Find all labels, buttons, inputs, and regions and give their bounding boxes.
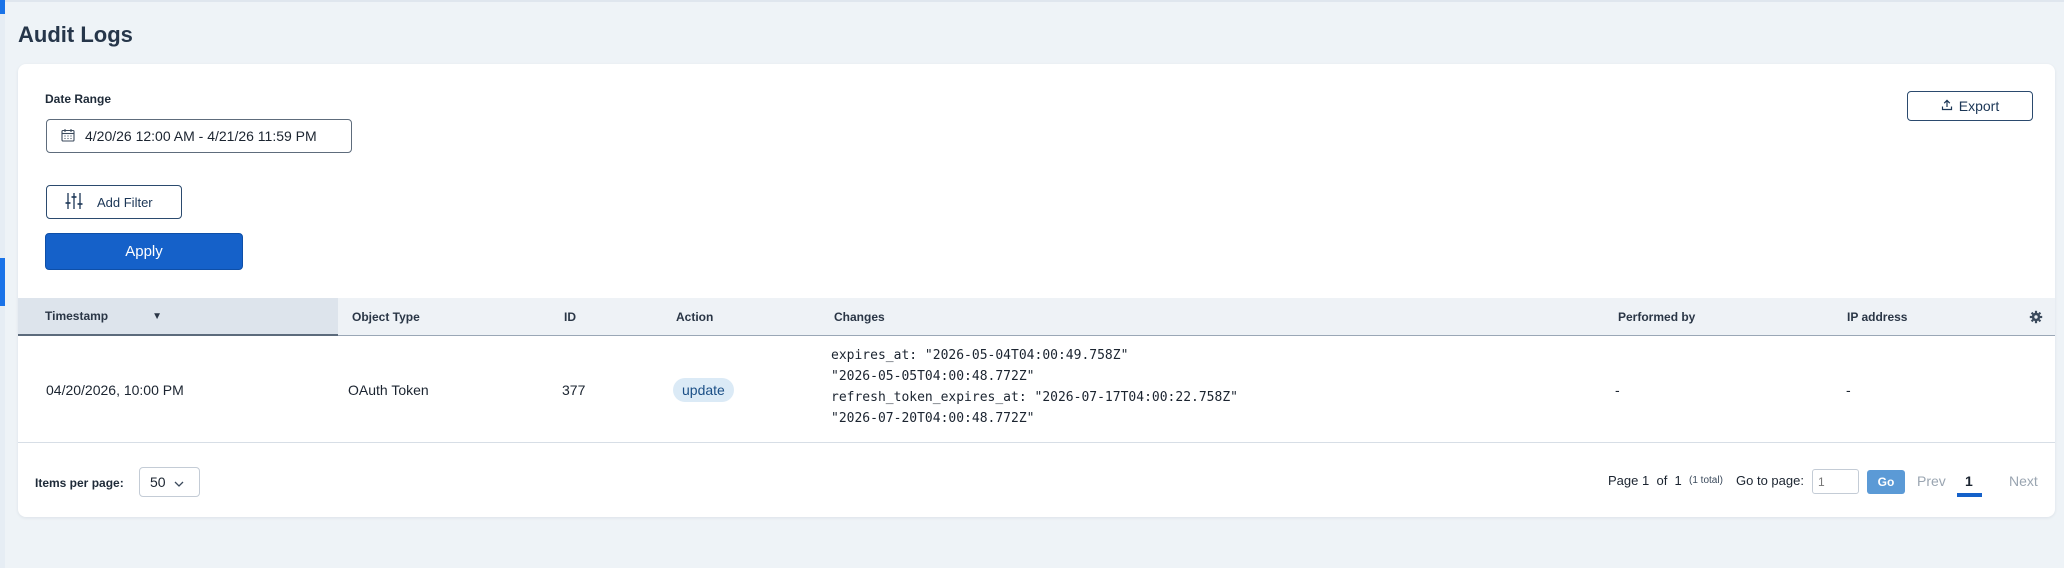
- cell-id: 377: [562, 382, 586, 398]
- column-header-label: Timestamp: [45, 309, 109, 323]
- add-filter-label: Add Filter: [97, 194, 153, 210]
- next-page-button[interactable]: Next: [2009, 444, 2038, 517]
- cell-timestamp: 04/20/2026, 10:00 PM: [46, 382, 184, 398]
- cell-action: update: [673, 337, 734, 443]
- page-label: Page: [1608, 473, 1639, 488]
- export-label: Export: [1958, 98, 2000, 114]
- current-page-indicator: [1957, 493, 1982, 497]
- go-button[interactable]: Go: [1867, 470, 1905, 494]
- sort-descending-icon: ▼: [152, 310, 163, 322]
- pagination-footer: Items per page: 50 Page 1 of 1 (1 total)…: [18, 444, 2055, 517]
- date-range-label: Date Range: [45, 92, 112, 106]
- sliders-icon: [65, 192, 83, 213]
- change-line: "2026-07-20T04:00:48.772Z": [831, 411, 1035, 426]
- page-button-current[interactable]: 1: [1965, 444, 1973, 517]
- change-line: refresh_token_expires_at: "2026-07-17T04…: [831, 390, 1238, 405]
- add-filter-button[interactable]: Add Filter: [46, 185, 182, 219]
- column-header-changes[interactable]: Changes: [834, 298, 885, 336]
- cell-performed-by: -: [1615, 382, 1620, 398]
- of-label: of: [1656, 473, 1668, 488]
- change-line: expires_at: "2026-05-04T04:00:49.758Z": [831, 348, 1129, 363]
- total-pages: 1: [1674, 473, 1682, 488]
- column-header-timestamp[interactable]: Timestamp ▼: [18, 298, 338, 336]
- top-border: [0, 0, 2064, 2]
- calendar-icon: [61, 128, 75, 145]
- left-rail-indicator: [0, 258, 5, 306]
- column-header-id[interactable]: ID: [564, 298, 576, 336]
- go-to-page-input[interactable]: [1812, 469, 1859, 494]
- go-to-page-label: Go to page:: [1736, 473, 1804, 488]
- left-rail-indicator-top: [0, 0, 5, 14]
- column-header-action[interactable]: Action: [676, 298, 713, 336]
- change-line: "2026-05-05T04:00:48.772Z": [831, 369, 1035, 384]
- page-title: Audit Logs: [18, 22, 133, 47]
- column-header-performed-by[interactable]: Performed by: [1618, 298, 1695, 336]
- cell-ip-address: -: [1846, 382, 1851, 398]
- action-badge: update: [673, 378, 734, 402]
- export-button[interactable]: Export: [1907, 91, 2033, 121]
- cell-object-type: OAuth Token: [348, 382, 429, 398]
- date-range-value: 4/20/26 12:00 AM - 4/21/26 11:59 PM: [85, 128, 317, 144]
- page-indicator: Page 1 of 1 (1 total): [1608, 444, 1723, 517]
- items-per-page-value: 50: [150, 474, 166, 490]
- table-row[interactable]: 04/20/2026, 10:00 PM OAuth Token 377 upd…: [18, 337, 2055, 443]
- column-header-ip-address[interactable]: IP address: [1847, 298, 1907, 336]
- table-header: Timestamp ▼ Object Type ID Action Change…: [18, 298, 2055, 336]
- column-header-object-type[interactable]: Object Type: [352, 298, 420, 336]
- upload-icon: [1941, 98, 1953, 114]
- current-page-number: 1: [1642, 473, 1650, 488]
- chevron-down-icon: [174, 474, 184, 490]
- cell-changes: expires_at: "2026-05-04T04:00:49.758Z" "2…: [831, 345, 1238, 429]
- prev-page-button[interactable]: Prev: [1917, 444, 1946, 517]
- total-items-note: (1 total): [1689, 475, 1723, 486]
- audit-log-card: Date Range 4/20/26 12:00 AM - 4/21/26 11…: [18, 64, 2055, 517]
- apply-button[interactable]: Apply: [45, 233, 243, 270]
- date-range-picker[interactable]: 4/20/26 12:00 AM - 4/21/26 11:59 PM: [46, 119, 352, 153]
- items-per-page-label: Items per page:: [35, 476, 124, 490]
- gear-icon[interactable]: [2029, 310, 2043, 324]
- items-per-page-select[interactable]: 50: [139, 467, 200, 497]
